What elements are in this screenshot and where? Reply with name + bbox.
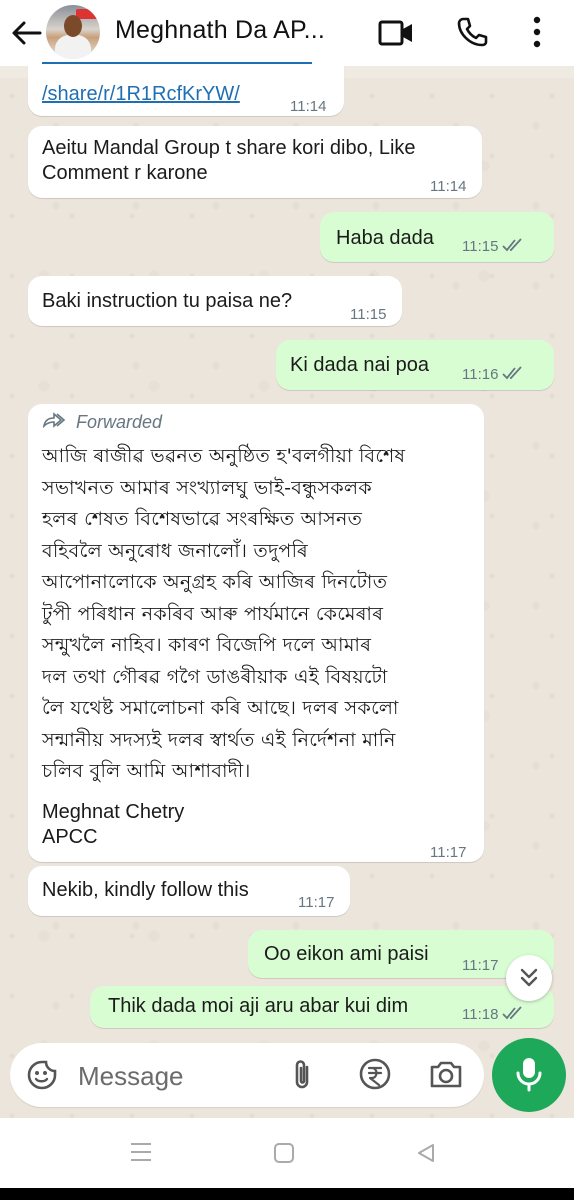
message-time: 11:17 (430, 844, 467, 861)
link-underline-fragment (42, 62, 312, 64)
system-navigation-bar (0, 1118, 574, 1188)
message-text: Baki instruction tu paisa ne? (42, 290, 293, 312)
message-text-line: Comment r karone (42, 162, 208, 184)
message-text-line: বহিবলৈ অনুৰোধ জনালোঁ। তদুপৰি (42, 539, 309, 562)
message-text-line: সন্মানীয় সদস্যই দলৰ স্বাৰ্থত এই নিৰ্দেশ… (42, 728, 396, 751)
message-outgoing[interactable]: Ki dada nai poa 11:16 (276, 340, 554, 390)
mic-icon (515, 1056, 543, 1099)
message-time: 11:14 (430, 178, 467, 195)
chat-header: Meghnath Da AP... (0, 0, 574, 66)
message-incoming[interactable]: Nekib, kindly follow this 11:17 (28, 866, 350, 916)
double-chevron-down-icon (518, 967, 540, 994)
message-time-row: 11:15 (462, 234, 524, 260)
message-input-placeholder[interactable]: Message (78, 1061, 184, 1092)
message-text: Nekib, kindly follow this (42, 879, 249, 901)
avatar-background-detail (76, 9, 100, 19)
message-time: 11:14 (290, 98, 327, 115)
message-time: 11:17 (462, 957, 499, 974)
message-link[interactable]: /share/r/1R1RcfKrYW/ (42, 82, 240, 107)
recents-icon[interactable] (130, 1142, 152, 1167)
emoji-icon[interactable] (26, 1059, 58, 1096)
attach-icon[interactable] (290, 1058, 314, 1097)
avatar-figure-body (55, 35, 91, 59)
double-check-icon (502, 235, 524, 260)
forwarded-message-body: আজি ৰাজীৱ ভৱনত অনুষ্ঠিত হ'বলগীয়া বিশেষ … (42, 441, 478, 788)
message-incoming[interactable]: Aeitu Mandal Group t share kori dibo, Li… (28, 126, 482, 198)
message-time-row: 11:18 (462, 1002, 524, 1028)
message-text: Oo eikon ami paisi (264, 943, 429, 965)
avatar-figure-head (64, 15, 82, 37)
message-text: Thik dada moi aji aru abar kui dim (108, 995, 409, 1017)
camera-icon[interactable] (428, 1058, 464, 1095)
message-time-row: 11:16 (462, 362, 524, 388)
message-outgoing[interactable]: Thik dada moi aji aru abar kui dim 11:18 (90, 986, 554, 1028)
message-time: 11:18 (462, 1006, 499, 1023)
more-options-icon[interactable] (530, 14, 544, 55)
forward-arrow-icon (42, 410, 66, 435)
signature-org: APCC (42, 826, 98, 848)
payment-icon[interactable] (358, 1057, 392, 1096)
forwarded-label: Forwarded (76, 412, 163, 432)
message-composer[interactable]: Message (10, 1043, 484, 1107)
double-check-icon (502, 363, 524, 388)
message-time: 11:15 (462, 238, 499, 255)
back-icon[interactable] (415, 1142, 437, 1169)
message-time: 11:16 (462, 366, 499, 383)
scroll-to-bottom-button[interactable] (506, 955, 552, 1001)
message-text: Ki dada nai poa (290, 354, 430, 376)
back-arrow-icon[interactable] (10, 18, 42, 48)
message-text-line: হলৰ শেষত বিশেষভাৱে সংৰক্ষিত আসনত (42, 508, 363, 530)
message-text-line: আজি ৰাজীৱ ভৱনত অনুষ্ঠিত হ'বলগীয়া বিশেষ (42, 445, 406, 467)
message-incoming[interactable]: /share/r/1R1RcfKrYW/ 11:14 (28, 62, 344, 116)
message-time: 11:17 (298, 894, 335, 911)
message-text-line: সভাখনত আমাৰ সংখ্যালঘু ভাই-বন্ধুসকলক (42, 476, 372, 499)
message-text-line: টুপী পৰিধান নকৰিব আৰু পাৰ্যমানে কেমেৰাৰ (42, 602, 384, 625)
message-outgoing[interactable]: Haba dada 11:15 (320, 212, 554, 262)
contact-name[interactable]: Meghnath Da AP... (115, 16, 325, 45)
message-text-line: সন্মুখলৈ নাহিব। কাৰণ বিজেপি দলে আমাৰ (42, 634, 372, 656)
message-text-line: আপোনালোকে অনুগ্ৰহ কৰি আজিৰ দিনটোত (42, 571, 388, 593)
message-text-line: চলিব বুলি আমি আশাবাদী। (42, 760, 251, 782)
forwarded-header: Forwarded (42, 410, 162, 435)
home-icon[interactable] (273, 1142, 295, 1169)
voice-call-icon[interactable] (456, 16, 488, 53)
bottom-edge (0, 1188, 574, 1200)
message-text-line: Aeitu Mandal Group t share kori dibo, Li… (42, 137, 416, 159)
message-time: 11:15 (350, 306, 387, 323)
message-text: Haba dada (336, 227, 434, 249)
video-call-icon[interactable] (378, 18, 414, 53)
voice-message-button[interactable] (492, 1038, 566, 1112)
contact-avatar[interactable] (46, 5, 100, 59)
message-incoming-forwarded[interactable]: Forwarded আজি ৰাজীৱ ভৱনত অনুষ্ঠিত হ'বলগী… (28, 404, 484, 862)
signature-name: Meghnat Chetry (42, 801, 185, 823)
double-check-icon (502, 1003, 524, 1028)
message-incoming[interactable]: Baki instruction tu paisa ne? 11:15 (28, 276, 402, 326)
message-text-line: লৈ যথেষ্ট সমালোচনা কৰি আছে। দলৰ সকলো (42, 697, 399, 719)
message-text-line: দল তথা গৌৰৱ গগৈ ডাঙৰীয়াক এই বিষয়টো (42, 665, 388, 688)
